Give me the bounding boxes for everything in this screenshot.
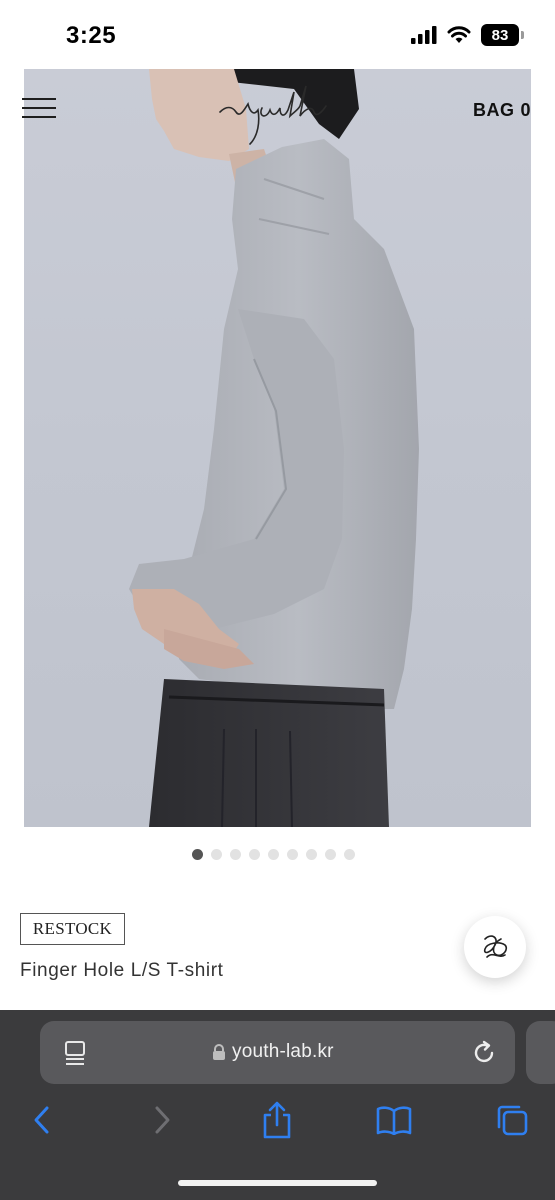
restock-badge: RESTOCK [20, 913, 125, 945]
carousel-dot[interactable] [287, 849, 298, 860]
carousel-dot[interactable] [192, 849, 203, 860]
forward-button[interactable] [142, 1100, 182, 1140]
reload-icon[interactable] [470, 1039, 498, 1067]
product-name: Finger Hole L/S T-shirt [20, 960, 224, 981]
battery-indicator: 83 [481, 24, 524, 46]
carousel-dot[interactable] [249, 849, 260, 860]
bookmarks-button[interactable] [374, 1100, 414, 1140]
bag-label: BAG [472, 100, 515, 120]
carousel-dot[interactable] [325, 849, 336, 860]
tab-overview-icon[interactable] [64, 1040, 86, 1066]
carousel-dot[interactable] [230, 849, 241, 860]
carousel-dot[interactable] [268, 849, 279, 860]
lock-icon [213, 1044, 225, 1060]
brand-logo[interactable] [214, 82, 354, 152]
status-icons: 83 [411, 24, 524, 46]
bag-link[interactable]: BAG 0 [473, 100, 531, 121]
share-icon [263, 1101, 291, 1139]
back-button[interactable] [22, 1100, 62, 1140]
tabs-icon [497, 1105, 528, 1136]
home-indicator [178, 1180, 377, 1186]
status-time: 3:25 [66, 22, 117, 49]
status-bar: 3:25 83 [0, 0, 555, 70]
tabs-button[interactable] [492, 1100, 532, 1140]
carousel-dot[interactable] [306, 849, 317, 860]
bag-count: 0 [520, 100, 531, 120]
chevron-left-icon [34, 1106, 49, 1134]
chat-button[interactable] [464, 916, 526, 978]
hamburger-icon [22, 98, 56, 100]
carousel-dot[interactable] [344, 849, 355, 860]
share-button[interactable] [257, 1100, 297, 1140]
carousel-dots [192, 849, 355, 860]
hamburger-menu-button[interactable] [22, 98, 56, 120]
carousel-dot[interactable] [211, 849, 222, 860]
chevron-right-icon [155, 1106, 170, 1134]
product-photo-illustration [129, 69, 419, 827]
book-icon [376, 1106, 412, 1135]
url-text[interactable]: youth-lab.kr [232, 1041, 334, 1063]
chat-logo-icon [483, 935, 508, 958]
next-tab-preview[interactable] [526, 1021, 555, 1084]
product-photo[interactable] [24, 69, 531, 827]
cellular-signal-icon [411, 26, 437, 44]
wifi-icon [447, 26, 471, 43]
